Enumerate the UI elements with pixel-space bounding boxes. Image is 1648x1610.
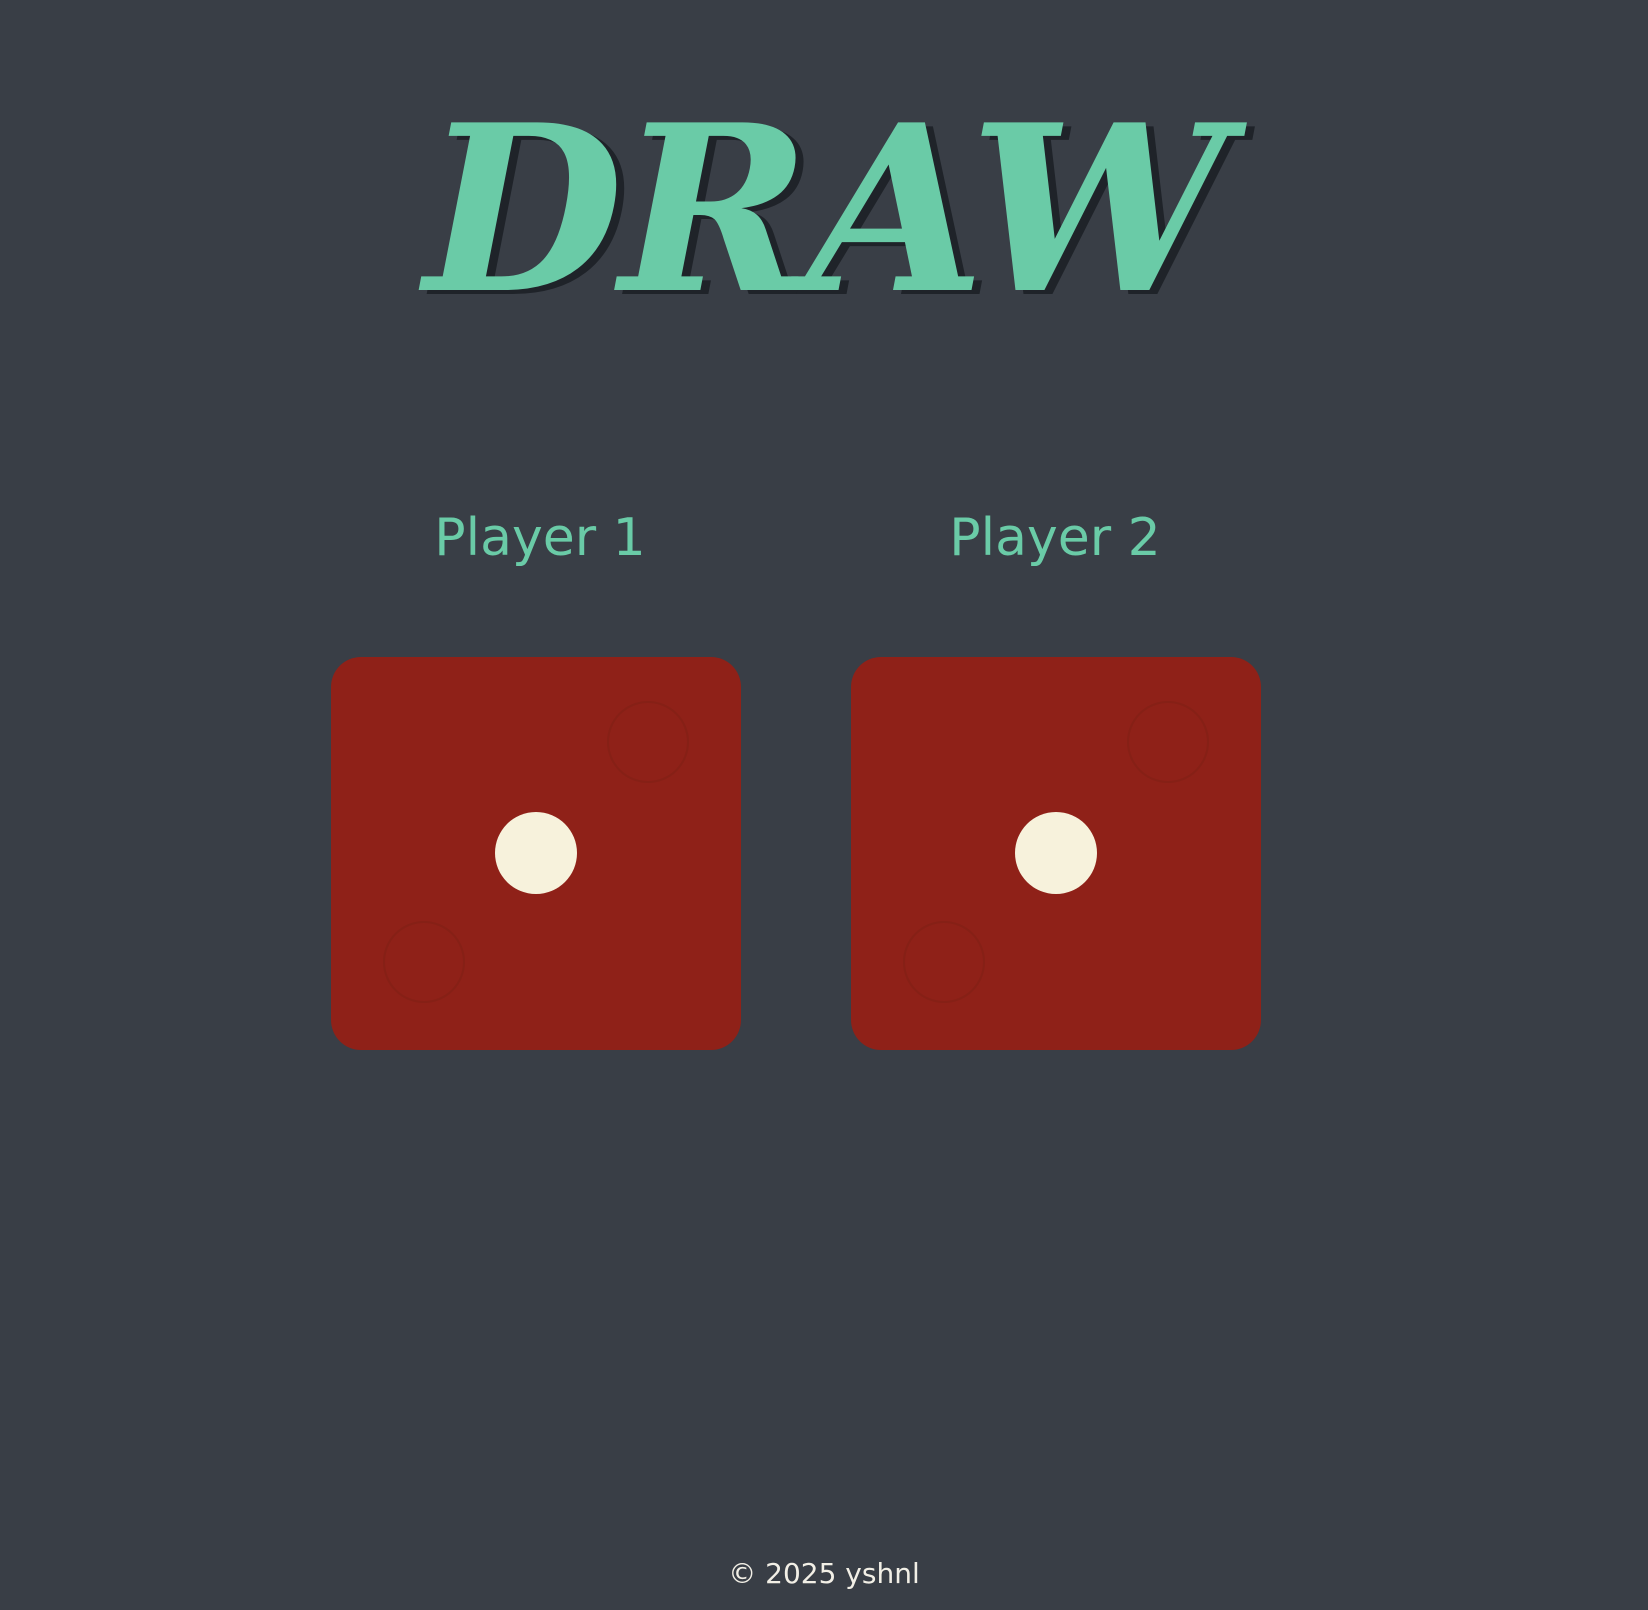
player-1-die — [331, 657, 741, 1050]
player-2-die — [851, 657, 1261, 1050]
die-faint-pip-bottom-left — [903, 921, 985, 1003]
die-pip-center — [495, 812, 577, 894]
die-faint-pip-bottom-left — [383, 921, 465, 1003]
player-1-label: Player 1 — [434, 508, 646, 568]
footer-copyright: © 2025 yshnl — [728, 1557, 920, 1590]
player-2-label: Player 2 — [949, 508, 1161, 568]
result-title: DRAW — [424, 75, 1228, 345]
die-pip-center — [1015, 812, 1097, 894]
die-faint-pip-top-right — [607, 701, 689, 783]
die-faint-pip-top-right — [1127, 701, 1209, 783]
